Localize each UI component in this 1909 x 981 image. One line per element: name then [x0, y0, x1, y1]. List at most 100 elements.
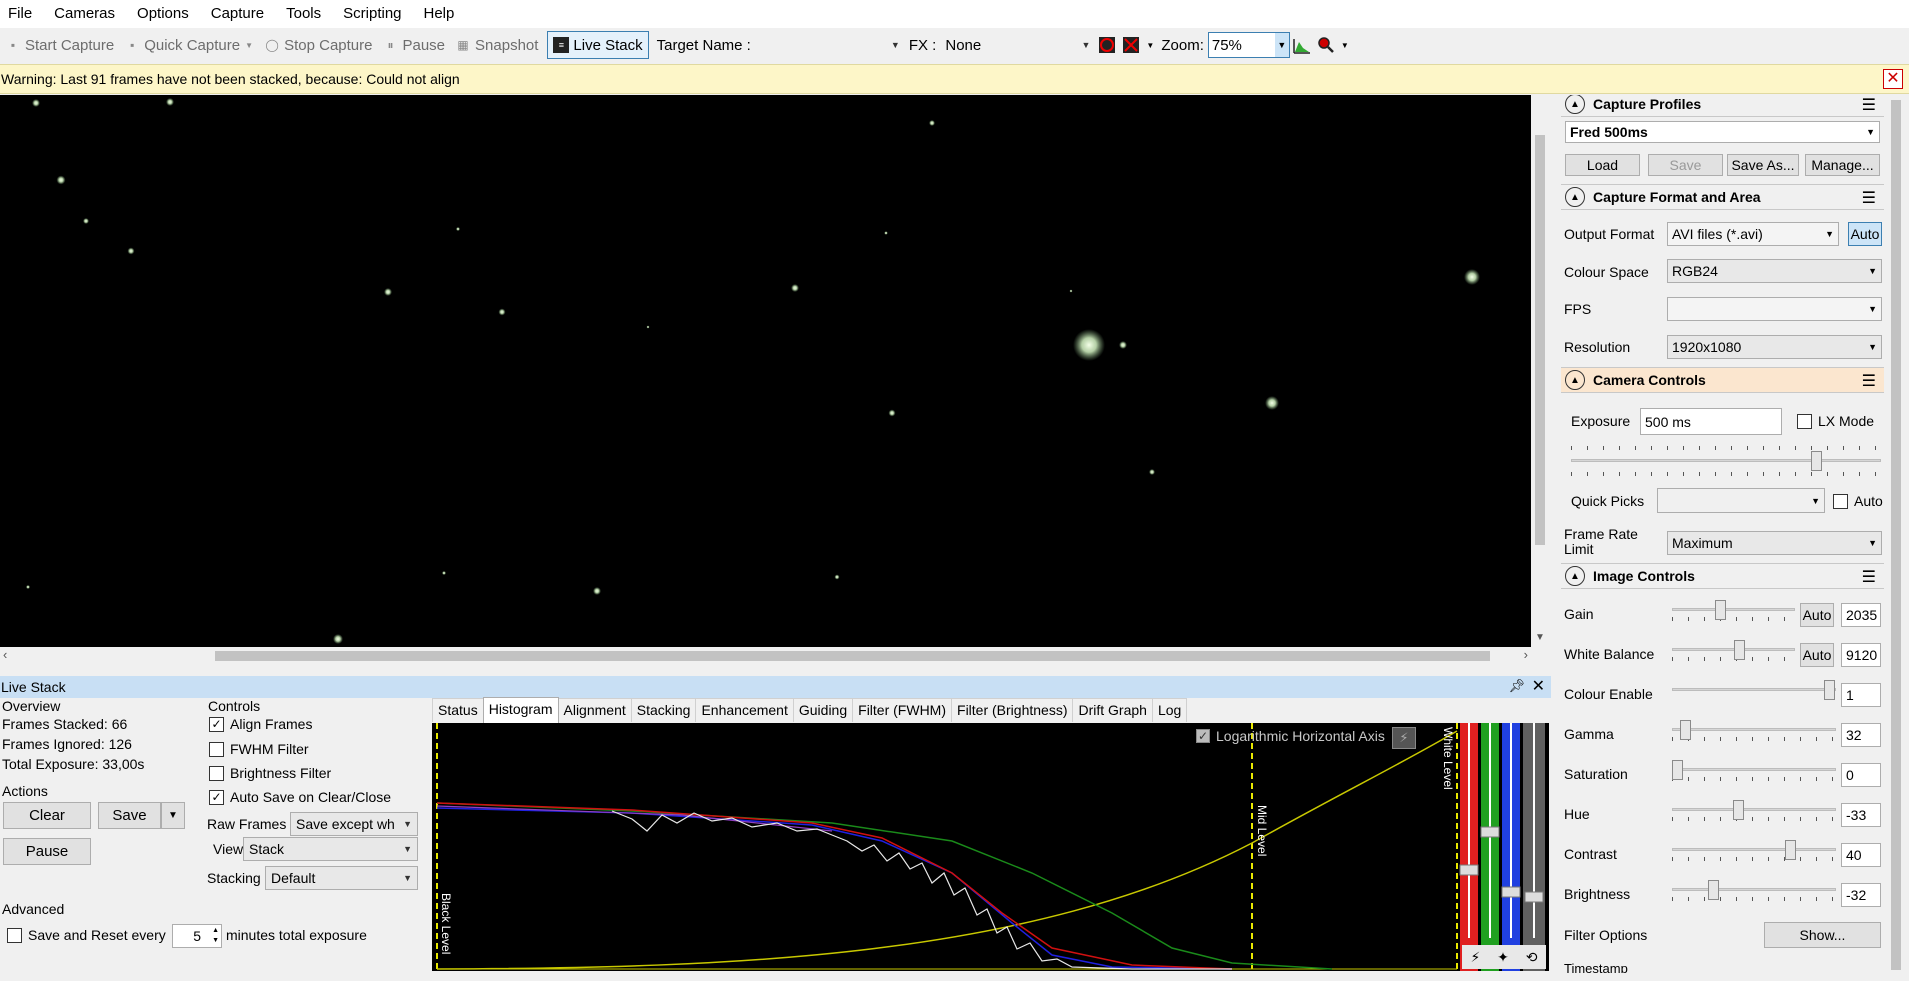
white-balance-slider[interactable]: [1672, 640, 1795, 662]
pin-icon[interactable]: 📌︎: [1508, 678, 1525, 694]
tab-filter-brightness[interactable]: Filter (Brightness): [951, 698, 1074, 722]
tab-log[interactable]: Log: [1151, 698, 1188, 722]
slider-knob[interactable]: [1680, 720, 1691, 740]
tab-status[interactable]: Status: [432, 698, 484, 722]
save-as-profile-button[interactable]: Save As...: [1727, 154, 1799, 176]
checkbox-unchecked[interactable]: [7, 927, 22, 943]
gain-auto-button[interactable]: Auto: [1800, 603, 1834, 627]
checkbox-unchecked[interactable]: [1833, 493, 1848, 509]
slider-knob[interactable]: [1811, 451, 1822, 471]
view-select[interactable]: Stack ▼: [243, 837, 418, 861]
star-icon[interactable]: ✦: [1497, 949, 1509, 966]
stop-capture-button[interactable]: ◯ Stop Capture: [259, 31, 377, 59]
snapshot-button[interactable]: ▦ Snapshot: [450, 31, 543, 59]
resolution-select[interactable]: 1920x1080 ▼: [1667, 335, 1882, 359]
output-format-auto-button[interactable]: Auto: [1848, 222, 1882, 246]
colour-space-select[interactable]: RGB24 ▼: [1667, 259, 1882, 283]
scroll-thumb[interactable]: [215, 651, 1490, 661]
chevron-right-icon[interactable]: ›: [1524, 647, 1528, 662]
tab-histogram[interactable]: Histogram: [482, 697, 559, 723]
output-format-select[interactable]: AVI files (*.avi) ▼: [1667, 222, 1839, 246]
chevron-up-icon[interactable]: ▲: [1565, 370, 1585, 390]
chevron-up-icon[interactable]: ▲: [1565, 95, 1585, 114]
histogram-view[interactable]: Black Level Mid Level White Level ✓ Loga…: [432, 723, 1549, 971]
lightning-icon[interactable]: ⚡: [1470, 949, 1480, 966]
tab-enhancement[interactable]: Enhancement: [695, 698, 794, 722]
target-name-combo[interactable]: ▼: [755, 32, 905, 58]
gain-input[interactable]: 2035: [1841, 603, 1881, 627]
stacking-select[interactable]: Default ▼: [265, 866, 418, 890]
contrast-slider[interactable]: [1672, 840, 1836, 862]
menu-icon[interactable]: ☰: [1862, 567, 1876, 587]
manage-profiles-button[interactable]: Manage...: [1805, 154, 1880, 176]
slider-knob[interactable]: [1715, 600, 1726, 620]
image-viewer[interactable]: [0, 95, 1531, 647]
spinner-arrows-icon[interactable]: ▲ ▼: [212, 926, 219, 946]
quick-picks-auto-checkbox[interactable]: Auto: [1833, 493, 1883, 509]
auto-save-checkbox[interactable]: ✓ Auto Save on Clear/Close: [209, 789, 391, 805]
slider-knob[interactable]: [1824, 680, 1835, 700]
viewer-horizontal-scrollbar[interactable]: ‹ ›: [0, 647, 1531, 665]
histogram-icon[interactable]: [1292, 35, 1312, 55]
menu-capture[interactable]: Capture: [200, 0, 275, 28]
slider-knob[interactable]: [1785, 840, 1796, 860]
quick-picks-select[interactable]: ▼: [1657, 488, 1825, 513]
quick-capture-button[interactable]: ▪ Quick Capture ▼: [119, 31, 259, 59]
slider-knob[interactable]: [1672, 760, 1683, 780]
zoom-tool-icon[interactable]: [1316, 35, 1336, 55]
checkbox-checked[interactable]: ✓: [209, 789, 224, 805]
chevron-up-icon[interactable]: ▲: [1565, 566, 1585, 586]
raw-frames-select[interactable]: Save except wh ▼: [290, 812, 418, 836]
profile-select[interactable]: Fred 500ms ▼: [1565, 121, 1880, 143]
slider-knob[interactable]: [1708, 880, 1719, 900]
chevron-left-icon[interactable]: ‹: [3, 647, 7, 662]
viewer-vertical-scrollbar[interactable]: ▼: [1531, 95, 1549, 647]
brightness-input[interactable]: -32: [1841, 883, 1881, 907]
save-profile-button[interactable]: Save: [1648, 154, 1723, 176]
live-stack-button[interactable]: ≡ Live Stack: [547, 31, 649, 59]
menu-icon[interactable]: ☰: [1862, 188, 1876, 208]
tab-stacking[interactable]: Stacking: [630, 698, 697, 722]
right-panel-scrollbar[interactable]: [1887, 95, 1905, 981]
hue-input[interactable]: -33: [1841, 803, 1881, 827]
overlay-icon[interactable]: [1097, 35, 1117, 55]
tab-guiding[interactable]: Guiding: [792, 698, 854, 722]
lx-mode-checkbox[interactable]: LX Mode: [1797, 413, 1874, 429]
menu-icon[interactable]: ☰: [1862, 95, 1876, 115]
gamma-input[interactable]: 32: [1841, 723, 1881, 747]
clear-button[interactable]: Clear: [3, 802, 91, 829]
checkbox-unchecked[interactable]: [209, 741, 224, 757]
chevron-down-icon[interactable]: ▼: [1340, 35, 1350, 55]
checkbox-checked[interactable]: ✓: [209, 716, 224, 732]
slider-knob[interactable]: [1734, 640, 1745, 660]
filter-options-show-button[interactable]: Show...: [1764, 922, 1881, 948]
tab-filter-fwhm[interactable]: Filter (FWHM): [852, 698, 953, 722]
chevron-down-icon[interactable]: ▼: [1535, 632, 1545, 643]
reticle-icon[interactable]: [1121, 35, 1141, 55]
scroll-thumb[interactable]: [1535, 135, 1545, 545]
pause-stack-button[interactable]: Pause: [3, 838, 91, 865]
exposure-input[interactable]: 500 ms: [1640, 408, 1782, 435]
white-balance-auto-button[interactable]: Auto: [1800, 643, 1834, 667]
capture-format-header[interactable]: ▲ Capture Format and Area ☰: [1561, 184, 1884, 210]
load-profile-button[interactable]: Load: [1565, 154, 1640, 176]
tab-alignment[interactable]: Alignment: [557, 698, 632, 722]
reset-icon[interactable]: ⟲: [1526, 949, 1538, 966]
checkbox-unchecked[interactable]: [209, 765, 224, 781]
close-icon[interactable]: ✕: [1883, 69, 1903, 89]
menu-options[interactable]: Options: [126, 0, 200, 28]
gamma-slider[interactable]: [1672, 720, 1836, 742]
menu-tools[interactable]: Tools: [275, 0, 332, 28]
slider-knob[interactable]: [1733, 800, 1744, 820]
colour-enable-input[interactable]: 1: [1841, 683, 1881, 707]
menu-icon[interactable]: ☰: [1862, 371, 1876, 391]
save-reset-spinner[interactable]: 5 ▲ ▼: [172, 924, 222, 948]
menu-help[interactable]: Help: [413, 0, 466, 28]
chevron-down-icon[interactable]: ▼: [1145, 35, 1155, 55]
capture-profiles-header[interactable]: ▲ Capture Profiles ☰: [1561, 95, 1884, 117]
saturation-input[interactable]: 0: [1841, 763, 1881, 787]
fwhm-filter-checkbox[interactable]: FWHM Filter: [209, 741, 309, 757]
gain-slider[interactable]: [1672, 600, 1795, 622]
frame-rate-select[interactable]: Maximum ▼: [1667, 531, 1882, 555]
save-dropdown-button[interactable]: ▼: [161, 802, 185, 829]
